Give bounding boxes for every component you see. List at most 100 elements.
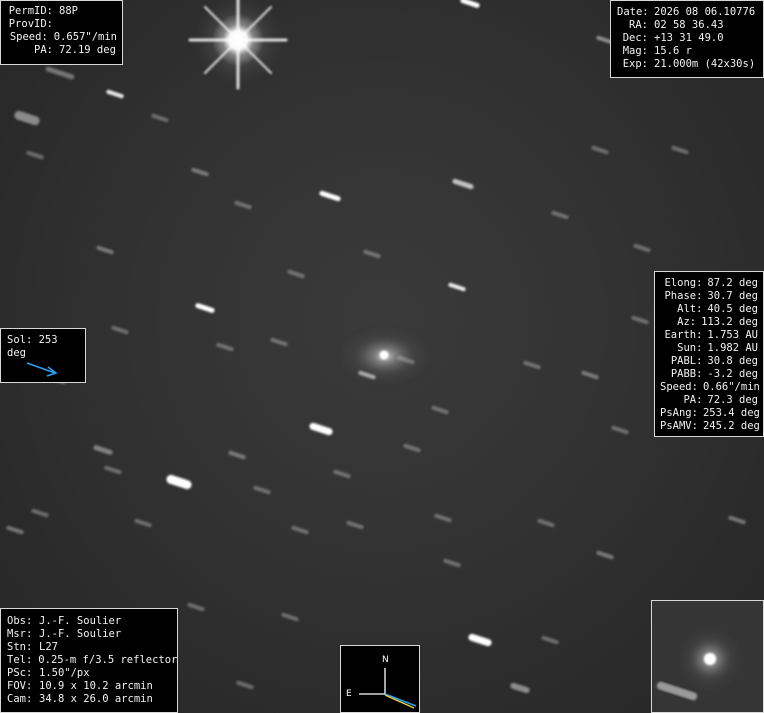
observation-info-panel: Date: 2026 08 06.10776 RA: 02 58 36.43 Dec: +… bbox=[610, 0, 764, 78]
geometry-info-value: 253.4 deg bbox=[702, 407, 760, 419]
observation-info-row: Mag: 15.6 r bbox=[617, 45, 757, 58]
star-trail bbox=[541, 635, 559, 645]
star-trail bbox=[363, 249, 381, 259]
star-trail bbox=[270, 337, 288, 347]
observation-info-row: Date: 2026 08 06.10776 bbox=[617, 6, 757, 19]
star-trail bbox=[443, 558, 461, 568]
geometry-info-label: Earth: bbox=[664, 329, 703, 341]
observer-info-label: PSc: bbox=[7, 667, 33, 679]
astro-image: PermID: 88P ProvID: Speed: 0.657"/min PA: 72.1… bbox=[0, 0, 764, 713]
geometry-info-value: 1.982 AU bbox=[707, 342, 758, 354]
observation-info-label: Mag: bbox=[622, 45, 648, 57]
target-info-value: 72.19 deg bbox=[59, 44, 116, 56]
geometry-info-row: PABL: 30.8 deg bbox=[660, 355, 758, 368]
geometry-info-value: 72.3 deg bbox=[707, 394, 758, 406]
sun-direction-panel: Sol: 253 deg bbox=[0, 328, 86, 383]
observer-info-row: FOV: 10.9 x 10.2 arcmin bbox=[7, 680, 171, 693]
star-trail bbox=[728, 515, 746, 525]
star-trail bbox=[111, 325, 129, 335]
geometry-info-label: PA: bbox=[683, 394, 703, 406]
star-trail bbox=[14, 110, 40, 126]
target-info-value bbox=[53, 18, 59, 31]
observation-info-value: +13 31 49.0 bbox=[654, 32, 724, 44]
star-trail bbox=[253, 485, 271, 495]
observation-info-row: RA: 02 58 36.43 bbox=[617, 19, 757, 32]
observation-info-value: 02 58 36.43 bbox=[654, 19, 724, 31]
compass-north-label: N bbox=[382, 655, 389, 665]
observer-info-label: Msr: bbox=[7, 628, 33, 640]
observation-info-label: Dec: bbox=[622, 32, 648, 44]
observer-info-row: Stn: L27 bbox=[7, 641, 171, 654]
comet-zoom-inset bbox=[651, 600, 764, 713]
star-trail bbox=[403, 443, 421, 453]
target-info-value: 88P bbox=[59, 5, 78, 17]
observer-info-value: 10.9 x 10.2 arcmin bbox=[39, 680, 153, 692]
star-trail bbox=[333, 469, 351, 479]
target-info-row: PA: 72.19 deg bbox=[6, 44, 117, 57]
geometry-info-value: -3.2 deg bbox=[707, 368, 758, 380]
observer-info-row: Tel: 0.25-m f/3.5 reflector bbox=[7, 654, 177, 667]
observer-info-label: Cam: bbox=[7, 693, 33, 705]
star-trail bbox=[319, 190, 341, 202]
observer-info-value: J.-F. Soulier bbox=[39, 628, 122, 640]
observer-info-label: Stn: bbox=[7, 641, 33, 653]
star-trail bbox=[611, 425, 629, 435]
observer-info-row: Cam: 34.8 x 26.0 arcmin bbox=[7, 693, 171, 706]
geometry-info-label: Elong: bbox=[664, 277, 703, 289]
star-trail bbox=[6, 525, 24, 535]
star-trail bbox=[93, 445, 113, 455]
geometry-info-value: 30.7 deg bbox=[707, 290, 758, 302]
observer-info-value: J.-F. Soulier bbox=[39, 615, 122, 627]
star-trail bbox=[45, 66, 75, 80]
star-trail bbox=[234, 200, 252, 210]
star-trail bbox=[281, 612, 299, 622]
observer-info-value: 0.25-m f/3.5 reflector bbox=[38, 654, 178, 666]
star-trail bbox=[434, 513, 452, 523]
observer-info-value: 1.50"/px bbox=[39, 667, 90, 679]
observation-info-label: Exp: bbox=[622, 58, 648, 70]
geometry-info-row: PsAMV: 245.2 deg bbox=[660, 420, 760, 433]
geometry-info-row: PA: 72.3 deg bbox=[660, 394, 758, 407]
star-trail bbox=[633, 243, 651, 253]
target-info-row: ProvID: bbox=[6, 18, 117, 31]
star-trail bbox=[523, 360, 541, 370]
star-trail bbox=[596, 550, 614, 560]
star-trail bbox=[106, 89, 124, 99]
star-trail bbox=[134, 518, 152, 528]
geometry-info-label: PABB: bbox=[670, 368, 703, 380]
star-trail bbox=[151, 113, 169, 123]
star-trail bbox=[236, 680, 254, 690]
observation-info-row: Exp: 21.000m (42x30s) bbox=[617, 58, 757, 71]
star-trail bbox=[510, 682, 530, 694]
star-trail bbox=[537, 518, 555, 528]
target-info-row: Speed: 0.657"/min bbox=[6, 31, 117, 44]
comet bbox=[337, 326, 433, 386]
geometry-info-label: PABL: bbox=[670, 355, 703, 367]
geometry-info-row: Phase: 30.7 deg bbox=[660, 290, 758, 303]
observer-info-value: L27 bbox=[39, 641, 58, 653]
star-trail bbox=[291, 525, 309, 535]
star-trail bbox=[228, 450, 246, 460]
observer-info-row: Msr: J.-F. Soulier bbox=[7, 628, 171, 641]
geometry-info-row: Speed: 0.66"/min bbox=[660, 381, 760, 394]
target-info-label: ProvID: bbox=[8, 18, 53, 30]
observer-info-label: Tel: bbox=[7, 654, 33, 666]
star-trail bbox=[96, 245, 114, 255]
star-trail bbox=[631, 315, 649, 325]
target-info-value: 0.657"/min bbox=[53, 31, 117, 43]
geometry-info-row: Sun: 1.982 AU bbox=[660, 342, 758, 355]
geometry-info-row: PABB: -3.2 deg bbox=[660, 368, 758, 381]
sun-direction-arrow-icon bbox=[26, 362, 58, 377]
star-trail bbox=[216, 342, 234, 352]
geometry-info-value: 30.8 deg bbox=[707, 355, 758, 367]
star-trail bbox=[187, 602, 205, 612]
geometry-info-panel: Elong: 87.2 deg Phase: 30.7 deg Alt: 40.5 deg… bbox=[654, 271, 764, 437]
geometry-info-label: Sun: bbox=[677, 342, 703, 354]
geometry-info-value: 245.2 deg bbox=[702, 420, 760, 432]
star-field bbox=[6, 0, 746, 694]
observer-info-value: 34.8 x 26.0 arcmin bbox=[39, 693, 153, 705]
star-trail bbox=[551, 210, 569, 220]
star-trail bbox=[31, 508, 49, 518]
observation-info-value: 21.000m (42x30s) bbox=[654, 58, 756, 70]
observer-info-row: Obs: J.-F. Soulier bbox=[7, 615, 171, 628]
